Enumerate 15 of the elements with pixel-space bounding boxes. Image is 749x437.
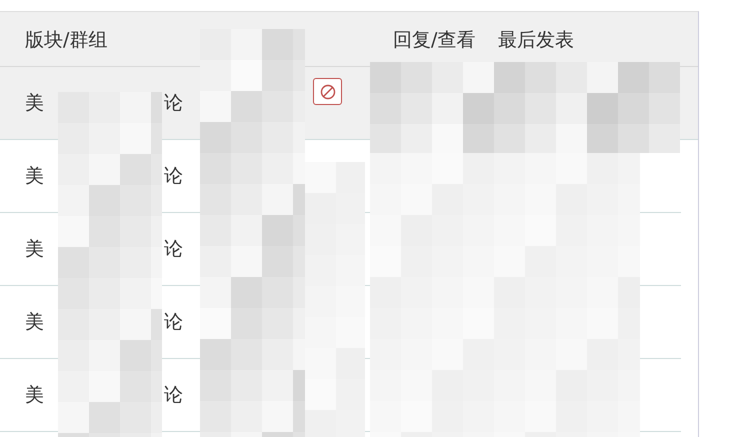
- column-header: 最后发表: [498, 28, 574, 53]
- forum-name[interactable]: 论: [164, 308, 183, 336]
- forum-name[interactable]: 论: [164, 89, 183, 118]
- forum-name[interactable]: 论: [164, 381, 183, 410]
- column-header: 回复/查看: [393, 28, 476, 53]
- ban-icon: [320, 84, 336, 100]
- forum-name[interactable]: 美: [25, 308, 44, 336]
- forum-name[interactable]: 论: [164, 235, 183, 264]
- forum-name[interactable]: 美: [25, 235, 44, 264]
- column-header: 版块/群组: [25, 28, 108, 53]
- forum-name[interactable]: 论: [164, 162, 183, 190]
- forum-name[interactable]: 美: [25, 162, 44, 190]
- block-button[interactable]: [313, 78, 342, 105]
- forum-name[interactable]: 美: [25, 381, 44, 410]
- forum-name[interactable]: 美: [25, 89, 44, 118]
